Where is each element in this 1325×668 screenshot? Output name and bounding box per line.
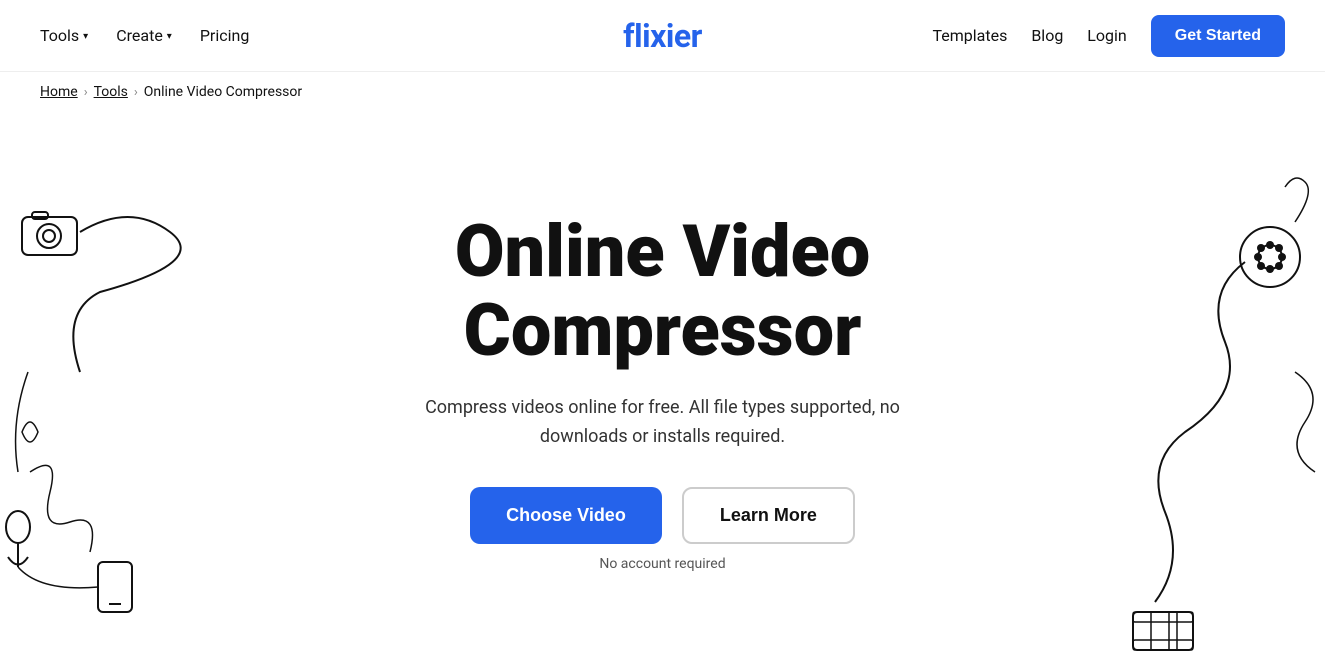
learn-more-button[interactable]: Learn More [682, 487, 855, 544]
hero-title: Online Video Compressor [313, 212, 1013, 370]
breadcrumb: Home › Tools › Online Video Compressor [0, 72, 1325, 112]
hero-subtitle: Compress videos online for free. All fil… [403, 394, 923, 452]
nav-pricing[interactable]: Pricing [200, 26, 250, 45]
deco-right-illustration [1105, 172, 1325, 652]
nav-blog[interactable]: Blog [1031, 26, 1063, 45]
breadcrumb-tools[interactable]: Tools [94, 84, 128, 100]
breadcrumb-sep-2: › [134, 85, 138, 100]
get-started-button[interactable]: Get Started [1151, 15, 1285, 57]
nav-left: Tools ▾ Create ▾ Pricing [40, 26, 249, 45]
chevron-down-icon: ▾ [167, 31, 172, 42]
breadcrumb-current: Online Video Compressor [144, 84, 302, 100]
deco-left-illustration [0, 172, 200, 652]
site-logo[interactable]: flixier [623, 17, 702, 55]
navbar: Tools ▾ Create ▾ Pricing flixier Templat… [0, 0, 1325, 72]
breadcrumb-home[interactable]: Home [40, 84, 78, 100]
nav-create[interactable]: Create ▾ [116, 26, 172, 45]
nav-right: Templates Blog Login Get Started [932, 15, 1285, 57]
nav-login[interactable]: Login [1087, 26, 1126, 45]
breadcrumb-sep-1: › [84, 85, 88, 100]
nav-templates[interactable]: Templates [932, 26, 1007, 45]
no-account-text: No account required [599, 556, 725, 572]
nav-tools[interactable]: Tools ▾ [40, 26, 88, 45]
hero-buttons: Choose Video Learn More [470, 487, 855, 544]
chevron-down-icon: ▾ [83, 31, 88, 42]
choose-video-button[interactable]: Choose Video [470, 487, 662, 544]
hero-section: Online Video Compressor Compress videos … [0, 112, 1325, 652]
